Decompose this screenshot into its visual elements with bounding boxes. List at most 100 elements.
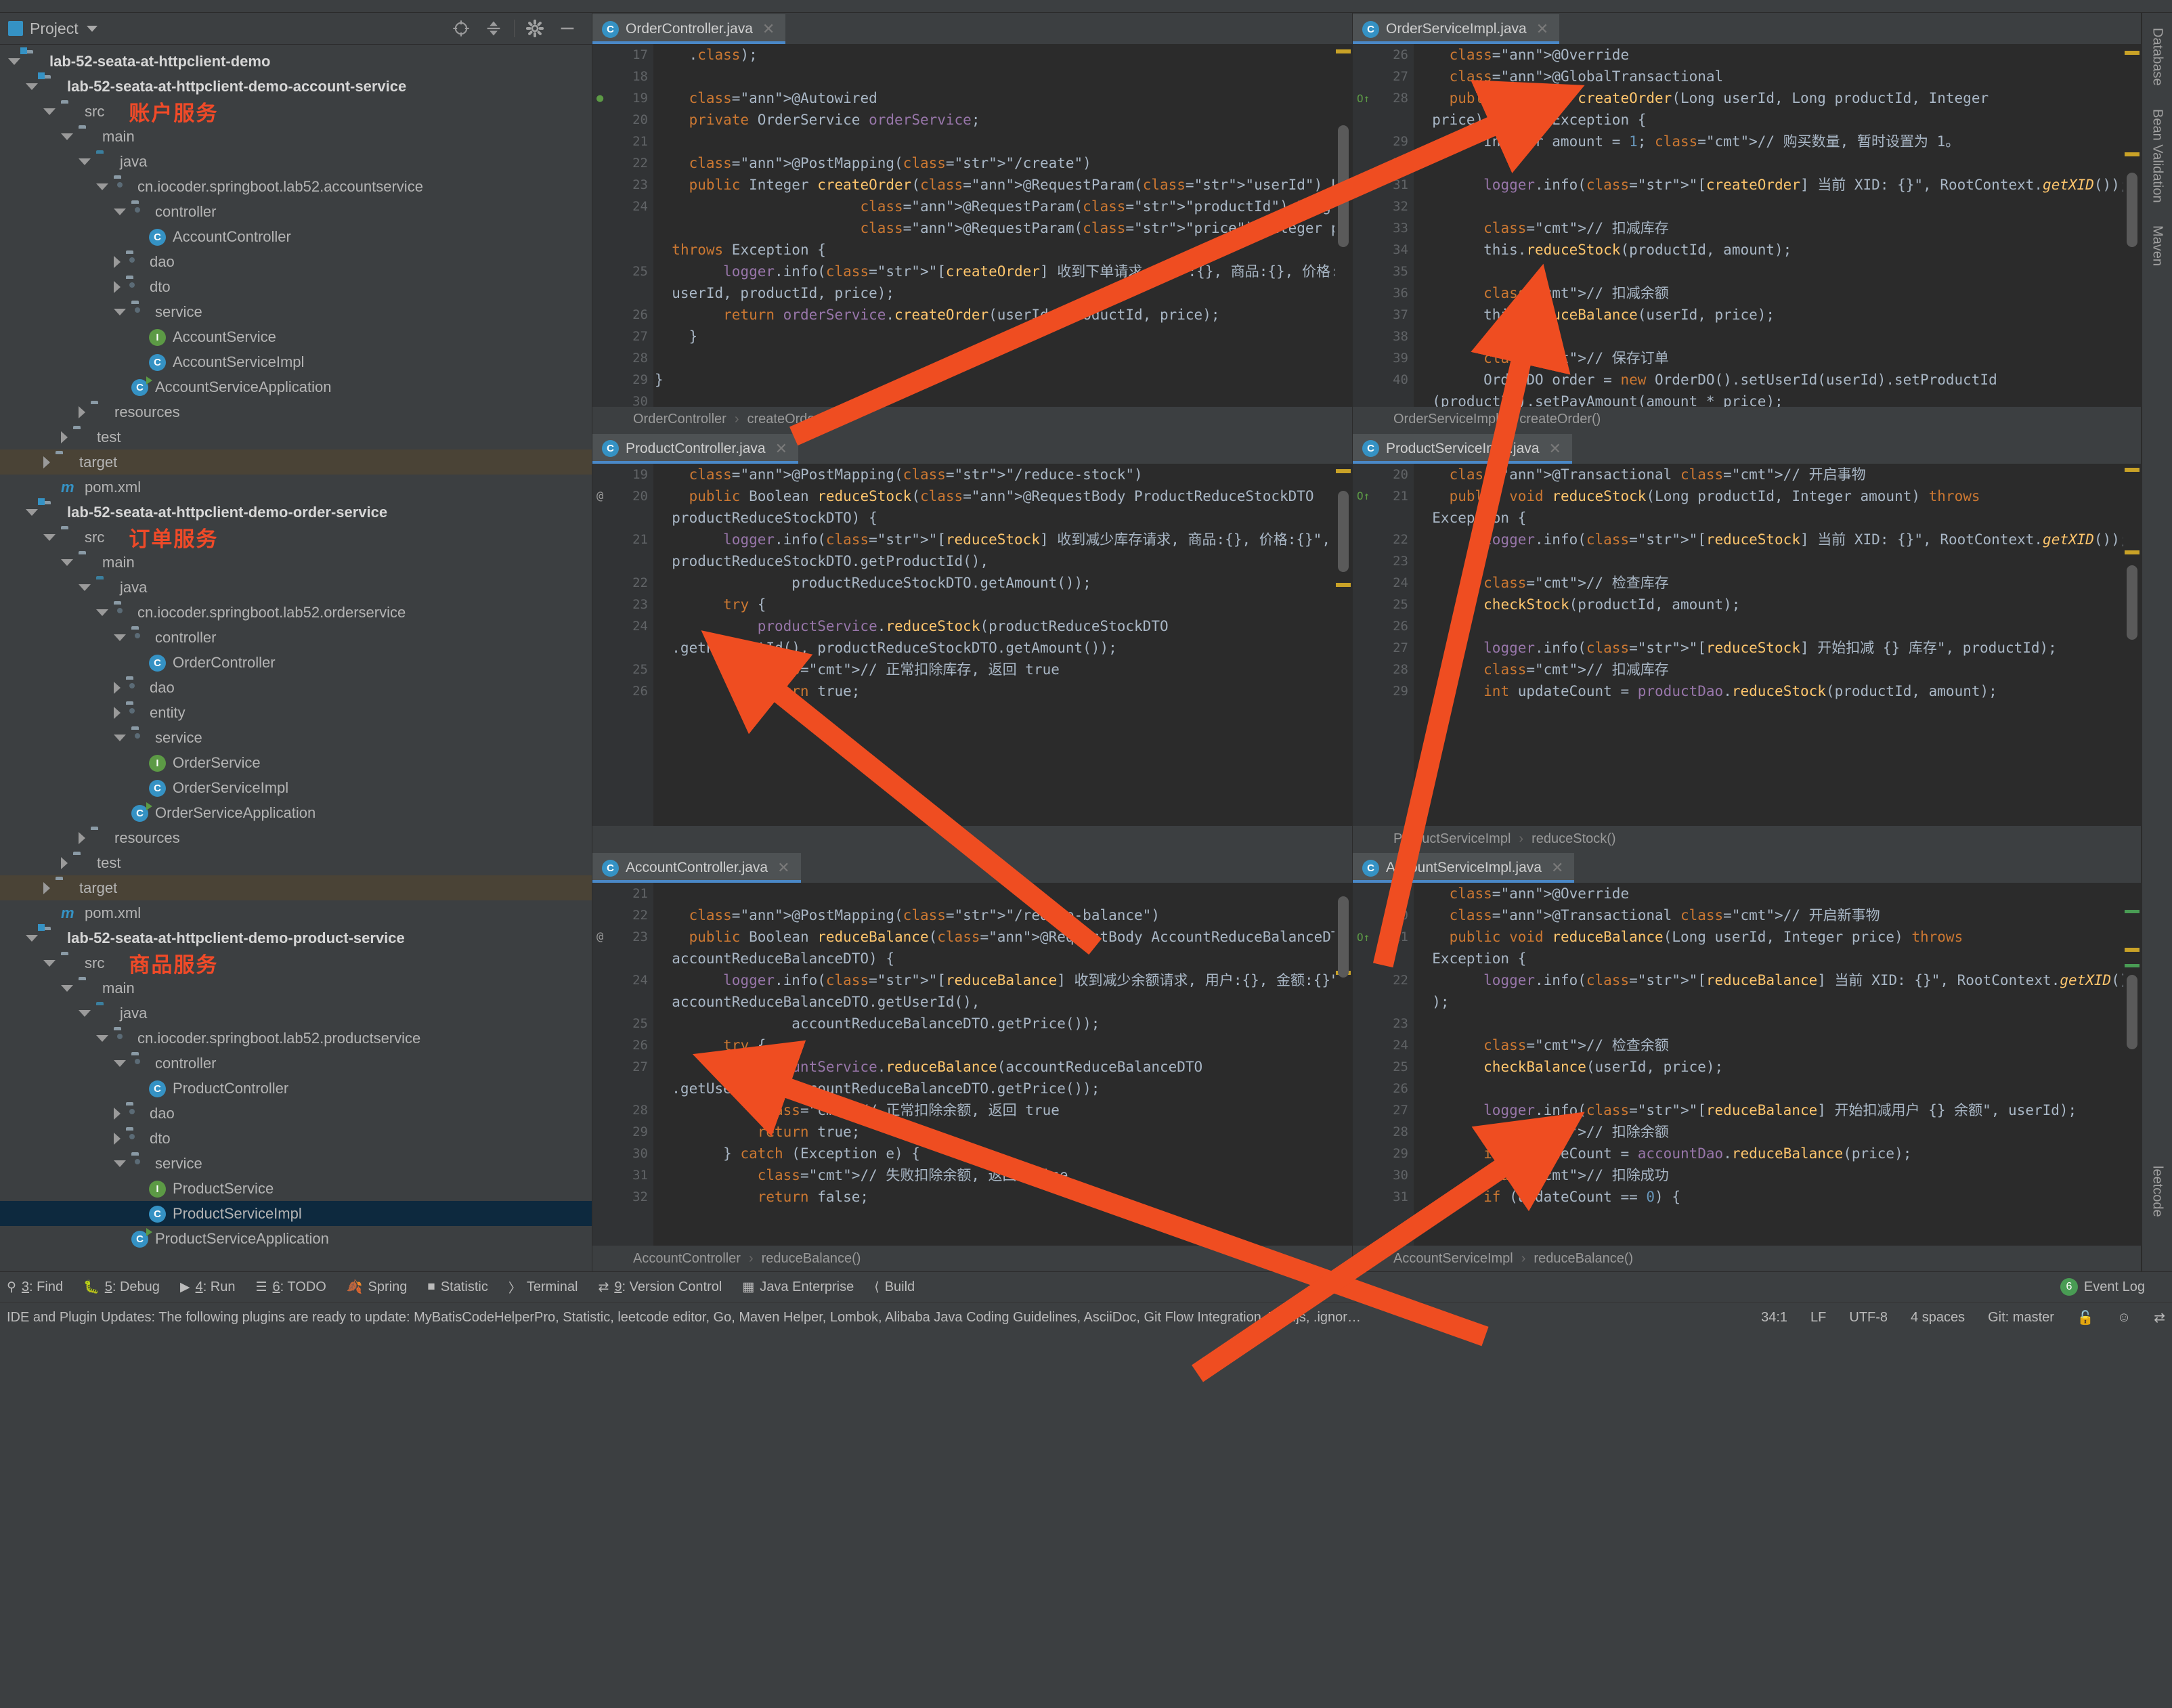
- scrollbar-order-service-impl[interactable]: [2123, 44, 2141, 407]
- tree-node-ordercontroller[interactable]: C OrderController: [0, 650, 592, 675]
- toolwindow-button-3-find[interactable]: ⚲ 3: Find: [7, 1279, 63, 1295]
- gutter-product-controller[interactable]: 19 @20 21 22 23 24 25 26: [592, 463, 653, 827]
- code-line[interactable]: class="ann">@PostMapping(class="str">"/r…: [655, 464, 1334, 485]
- tree-node-lab-52-seata-at-httpclient-demo[interactable]: lab-52-seata-at-httpclient-demo: [0, 49, 592, 74]
- chevron-right-icon[interactable]: [114, 706, 121, 719]
- code-account-service-impl[interactable]: class="ann">@Override class="ann">@Trans…: [1414, 883, 2123, 1246]
- code-line[interactable]: [655, 347, 1334, 369]
- code-line[interactable]: productReduceStockDTO.getProductId(),: [655, 550, 1334, 572]
- minimize-icon[interactable]: [557, 18, 578, 39]
- close-icon[interactable]: ✕: [762, 20, 775, 38]
- code-line[interactable]: class="ann">@Transactional class="cmt">/…: [1415, 464, 2123, 485]
- tree-node-resources[interactable]: resources: [0, 825, 592, 850]
- tree-node-accountcontroller[interactable]: C AccountController: [0, 224, 592, 249]
- tool-button-bean-validation[interactable]: Bean Validation: [2150, 109, 2165, 203]
- breadcrumb-class[interactable]: AccountController: [633, 1251, 741, 1267]
- inspections-icon[interactable]: ☺: [2117, 1310, 2131, 1326]
- toolwindow-button-5-debug[interactable]: 🐛 5: Debug: [83, 1279, 160, 1295]
- toolwindow-button-4-run[interactable]: ▶ 4: Run: [180, 1279, 236, 1295]
- code-line[interactable]: }: [655, 369, 1334, 391]
- code-line[interactable]: accountService.reduceBalance(accountRedu…: [655, 1056, 1334, 1078]
- chevron-down-icon[interactable]: [43, 108, 56, 115]
- code-line[interactable]: class="cmt">// 检查余额: [1415, 1034, 2123, 1056]
- code-order-service-impl[interactable]: class="ann">@Override class="ann">@Globa…: [1414, 44, 2123, 407]
- tree-node-service[interactable]: service: [0, 1151, 592, 1176]
- tree-node-dao[interactable]: dao: [0, 249, 592, 274]
- chevron-down-icon[interactable]: [79, 158, 91, 165]
- file-encoding[interactable]: UTF-8: [1849, 1310, 1888, 1326]
- code-order-controller[interactable]: .class); class="ann">@Autowired private …: [653, 44, 1334, 407]
- code-area-product-service-impl[interactable]: 20 O↑ 21 22 23 24 25 26 27 28 29 class="ann">@Tran…: [1353, 463, 2141, 827]
- chevron-right-icon[interactable]: [79, 831, 85, 844]
- chevron-down-icon[interactable]: [86, 25, 97, 32]
- chevron-right-icon[interactable]: [114, 280, 121, 293]
- code-area-account-controller[interactable]: 21 22 @23 24 25 26 27 28 29 30 31 32 class="ann">@P…: [592, 883, 1352, 1246]
- tree-node-lab-52-seata-at-httpclient-demo-order-service[interactable]: lab-52-seata-at-httpclient-demo-order-se…: [0, 500, 592, 525]
- tree-node-cn-iocoder-springboot-lab52-orderservice[interactable]: cn.iocoder.springboot.lab52.orderservice: [0, 600, 592, 625]
- tree-node-src[interactable]: src 账户服务: [0, 99, 592, 125]
- code-line[interactable]: [1415, 1078, 2123, 1099]
- tree-node-dao[interactable]: dao: [0, 1101, 592, 1126]
- tree-node-src[interactable]: src 商品服务: [0, 950, 592, 977]
- code-line[interactable]: try {: [655, 1034, 1334, 1056]
- code-line[interactable]: public void reduceBalance(Long userId, I…: [1415, 926, 2123, 948]
- code-line[interactable]: [1415, 261, 2123, 282]
- code-line[interactable]: throws Exception {: [655, 239, 1334, 261]
- code-line[interactable]: class="cmt">// 扣除余额: [1415, 1121, 2123, 1143]
- code-line[interactable]: price) throws Exception {: [1415, 109, 2123, 131]
- chevron-down-icon[interactable]: [79, 584, 91, 591]
- breadcrumb-account-service-impl[interactable]: AccountServiceImpl › reduceBalance(): [1353, 1246, 2141, 1272]
- chevron-down-icon[interactable]: [8, 58, 20, 65]
- chevron-right-icon[interactable]: [114, 255, 121, 268]
- code-line[interactable]: this.reduceStock(productId, amount);: [1415, 239, 2123, 261]
- breadcrumb-class[interactable]: ProductServiceImpl: [1393, 831, 1511, 847]
- code-area-account-service-impl[interactable]: 19 20 O↑ 21 22 23 24 25 26 27 28 29 30 31 class="ann"…: [1353, 883, 2141, 1246]
- chevron-right-icon[interactable]: [61, 856, 68, 869]
- code-line[interactable]: class="ann">@GlobalTransactional: [1415, 66, 2123, 87]
- code-line[interactable]: logger.info(class="str">"[createOrder] 当…: [1415, 174, 2123, 196]
- lock-icon[interactable]: 🔓: [2077, 1309, 2094, 1326]
- collapse-all-icon[interactable]: [483, 18, 504, 39]
- annotation-gutter-icon[interactable]: @: [596, 930, 603, 944]
- tree-node-orderservice[interactable]: I OrderService: [0, 750, 592, 775]
- code-line[interactable]: productService.reduceStock(productReduce…: [655, 615, 1334, 637]
- chevron-down-icon[interactable]: [61, 133, 73, 140]
- tab-account-service-impl[interactable]: C AccountServiceImpl.java ✕: [1353, 853, 1575, 883]
- toolwindow-button-terminal[interactable]: 〉 Terminal: [508, 1278, 578, 1296]
- code-line[interactable]: int updateCount = accountDao.reduceBalan…: [1415, 1143, 2123, 1164]
- code-line[interactable]: class="cmt">// 扣减库存: [1415, 659, 2123, 680]
- tool-button-maven[interactable]: Maven: [2150, 225, 2165, 266]
- code-line[interactable]: class="ann">@Transactional class="cmt">/…: [1415, 904, 2123, 926]
- code-line[interactable]: [1415, 550, 2123, 572]
- code-line[interactable]: if (updateCount == 0) {: [1415, 1186, 2123, 1208]
- tree-node-src[interactable]: src 订单服务: [0, 525, 592, 551]
- code-line[interactable]: [655, 883, 1334, 904]
- code-line[interactable]: class="cmt">// 检查库存: [1415, 572, 2123, 594]
- code-line[interactable]: class="ann">@PostMapping(class="str">"/r…: [655, 904, 1334, 926]
- scrollbar-thumb[interactable]: [2127, 975, 2137, 1050]
- code-line[interactable]: } catch (Exception e) {: [655, 1143, 1334, 1164]
- tree-node-cn-iocoder-springboot-lab52-productservice[interactable]: cn.iocoder.springboot.lab52.productservi…: [0, 1026, 592, 1051]
- chevron-down-icon[interactable]: [43, 959, 56, 967]
- code-line[interactable]: class="cmt">// 扣减余额: [1415, 282, 2123, 304]
- chevron-down-icon[interactable]: [26, 83, 38, 90]
- code-line[interactable]: class="ann">@Override: [1415, 44, 2123, 66]
- tree-node-service[interactable]: service: [0, 299, 592, 324]
- code-line[interactable]: .getProductId(), productReduceStockDTO.g…: [655, 637, 1334, 659]
- breadcrumb-method[interactable]: createOrder(): [747, 412, 829, 427]
- tree-node-orderserviceimpl[interactable]: C OrderServiceImpl: [0, 775, 592, 800]
- tree-node-accountserviceimpl[interactable]: C AccountServiceImpl: [0, 349, 592, 374]
- scrollbar-product-controller[interactable]: [1334, 463, 1352, 827]
- code-line[interactable]: checkStock(productId, amount);: [1415, 594, 2123, 615]
- chevron-down-icon[interactable]: [114, 308, 126, 315]
- breadcrumb-method[interactable]: reduceStock(): [1532, 831, 1616, 847]
- chevron-right-icon[interactable]: [114, 681, 121, 694]
- tree-node-java[interactable]: java: [0, 149, 592, 174]
- breadcrumb-class[interactable]: OrderController: [633, 412, 726, 427]
- code-line[interactable]: class="ann">@Autowired: [655, 87, 1334, 109]
- scrollbar-account-service-impl[interactable]: [2123, 883, 2141, 1246]
- scrollbar-thumb[interactable]: [2127, 173, 2137, 247]
- toolwindow-button-6-todo[interactable]: ☰ 6: TODO: [256, 1279, 326, 1295]
- code-line[interactable]: public Integer createOrder(class="ann">@…: [655, 174, 1334, 196]
- breadcrumb-class[interactable]: AccountServiceImpl: [1393, 1251, 1513, 1267]
